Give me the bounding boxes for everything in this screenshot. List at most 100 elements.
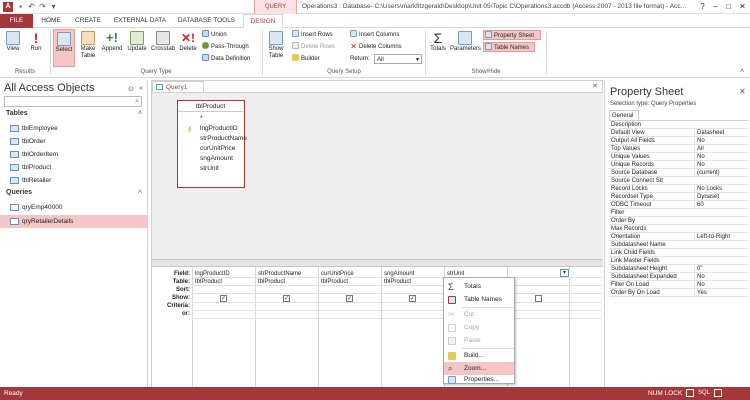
property-row[interactable]: Orientation Left-to-Right	[609, 233, 748, 241]
property-value[interactable]: No	[694, 161, 748, 169]
property-row[interactable]: Subdatasheet Height 0"	[609, 265, 748, 273]
property-row[interactable]: ODBC Timeout 60	[609, 201, 748, 209]
design-view-icon[interactable]	[714, 389, 722, 397]
menu-item-copy[interactable]: Copy	[444, 321, 514, 334]
property-row[interactable]: Source Connect Str	[609, 177, 748, 185]
menu-item-build[interactable]: Build...	[444, 349, 514, 362]
query-design-grid[interactable]: Field: Table: Sort: Show: Criteria: or: …	[152, 267, 603, 387]
property-value[interactable]: No	[694, 137, 748, 145]
property-value[interactable]: Datasheet	[694, 129, 748, 137]
nav-item-tblEmployee[interactable]: tblEmployee	[0, 122, 147, 135]
property-value[interactable]: All	[694, 145, 748, 153]
property-value[interactable]: 60	[694, 201, 748, 209]
nav-item-tblRetailer[interactable]: tblRetailer	[0, 174, 147, 187]
tab-design[interactable]: DESIGN	[243, 14, 283, 29]
property-sheet-button[interactable]: Property Sheet	[483, 30, 541, 40]
property-row[interactable]: Subdatasheet Expanded No	[609, 273, 748, 281]
nav-search-box[interactable]: ⌕	[4, 96, 142, 107]
show-checkbox[interactable]	[535, 295, 542, 302]
property-row[interactable]: Filter On Load No	[609, 281, 748, 289]
property-row[interactable]: Subdatasheet Name	[609, 241, 748, 249]
close-window-button[interactable]: ✕	[736, 0, 749, 14]
shutter-bar-icon[interactable]: «	[139, 85, 143, 92]
view-button[interactable]: View	[4, 31, 22, 53]
property-row[interactable]: Recordset Type Dynaset	[609, 193, 748, 201]
field-item[interactable]: lngProductID	[200, 124, 238, 133]
data-definition-button[interactable]: Data Definition	[202, 54, 250, 64]
field-item[interactable]: strProductName	[200, 134, 247, 143]
show-checkbox[interactable]: ✓	[346, 295, 353, 302]
menu-item-totals[interactable]: Σ Totals	[444, 280, 514, 293]
field-list-title[interactable]: tblProduct	[178, 101, 243, 112]
nav-queries-header[interactable]: Queries	[6, 189, 32, 196]
crosstab-button[interactable]: Crosstab	[150, 31, 176, 53]
menu-item-zoom[interactable]: ⌕ Zoom...	[444, 362, 514, 375]
property-row[interactable]: Unique Records No	[609, 161, 748, 169]
insert-rows-button[interactable]: Insert Rows	[292, 30, 333, 40]
save-icon[interactable]: ▪	[16, 2, 25, 11]
datasheet-view-icon[interactable]	[686, 389, 694, 397]
property-row[interactable]: Filter	[609, 209, 748, 217]
union-button[interactable]: Union	[202, 30, 227, 40]
close-document-icon[interactable]: ✕	[592, 82, 598, 90]
property-value[interactable]: Yes	[694, 289, 748, 297]
pass-through-button[interactable]: Pass-Through	[202, 42, 249, 52]
undo-icon[interactable]: ↶	[27, 2, 36, 11]
field-dropdown-chevron-icon[interactable]: ▾	[560, 269, 569, 277]
make-table-button[interactable]: Make Table	[77, 31, 99, 60]
nav-item-tblProduct[interactable]: tblProduct	[0, 161, 147, 174]
help-button[interactable]: ?	[696, 0, 709, 14]
field-item[interactable]: *	[200, 114, 203, 123]
property-row[interactable]: Max Records	[609, 225, 748, 233]
minimize-button[interactable]: –	[709, 0, 722, 14]
tab-file[interactable]: FILE	[0, 14, 33, 28]
update-button[interactable]: Update	[125, 31, 149, 53]
collapse-ribbon-icon[interactable]: ˄	[740, 68, 744, 75]
property-value[interactable]: No	[694, 273, 748, 281]
property-row[interactable]: Order By On Load Yes	[609, 289, 748, 297]
nav-tables-header[interactable]: Tables	[6, 110, 28, 117]
collapse-queries-icon[interactable]: ˄	[138, 189, 142, 196]
delete-query-button[interactable]: ✕! Delete	[177, 31, 199, 53]
nav-item-tblOrderItem[interactable]: tblOrderItem	[0, 148, 147, 161]
menu-item-properties[interactable]: Properties...	[444, 375, 514, 384]
field-item[interactable]: strUnit	[200, 164, 219, 173]
menu-item-paste[interactable]: Paste	[444, 334, 514, 347]
property-row[interactable]: Description	[609, 121, 748, 129]
nav-menu-chevron-icon[interactable]: ⊙	[128, 85, 134, 93]
run-button[interactable]: ! Run	[27, 31, 45, 53]
property-value[interactable]: Dynaset	[694, 193, 748, 201]
redo-icon[interactable]: ↷	[38, 2, 47, 11]
property-row[interactable]: Order By	[609, 217, 748, 225]
nav-item-tblOrder[interactable]: tblOrder	[0, 135, 147, 148]
tab-external-data[interactable]: EXTERNAL DATA	[110, 14, 170, 28]
select-query-button[interactable]: Select	[53, 29, 75, 67]
close-pane-icon[interactable]: ✕	[739, 87, 746, 96]
delete-columns-button[interactable]: ✕ Delete Columns	[350, 42, 402, 52]
totals-button[interactable]: Σ Totals	[428, 31, 448, 53]
tab-create[interactable]: CREATE	[70, 14, 106, 28]
access-app-icon[interactable]: A	[3, 2, 13, 12]
nav-item-qryEmp40000[interactable]: qryEmp40000	[0, 201, 147, 214]
maximize-button[interactable]: □	[722, 0, 735, 14]
property-value[interactable]: No Locks	[694, 185, 748, 193]
tab-database-tools[interactable]: DATABASE TOOLS	[173, 14, 240, 28]
menu-item-table-names[interactable]: Table Names	[444, 293, 514, 306]
property-row[interactable]: Link Master Fields	[609, 257, 748, 265]
property-value[interactable]: No	[694, 153, 748, 161]
show-checkbox[interactable]: ✓	[409, 295, 416, 302]
tab-home[interactable]: HOME	[37, 14, 65, 28]
delete-rows-button[interactable]: Delete Rows	[292, 42, 335, 52]
property-row[interactable]: Top Values All	[609, 145, 748, 153]
return-dropdown[interactable]: All ▾	[374, 54, 422, 64]
property-value[interactable]: (current)	[694, 169, 748, 177]
property-row[interactable]: Link Child Fields	[609, 249, 748, 257]
customize-qat-icon[interactable]: ▾	[49, 2, 58, 11]
field-item[interactable]: curUnitPrice	[200, 144, 235, 153]
insert-columns-button[interactable]: Insert Columns	[350, 30, 399, 40]
builder-button[interactable]: Builder	[292, 54, 320, 64]
property-value[interactable]: No	[694, 281, 748, 289]
property-value[interactable]: Left-to-Right	[694, 233, 748, 241]
field-item[interactable]: sngAmount	[200, 154, 233, 163]
show-checkbox[interactable]: ✓	[283, 295, 290, 302]
